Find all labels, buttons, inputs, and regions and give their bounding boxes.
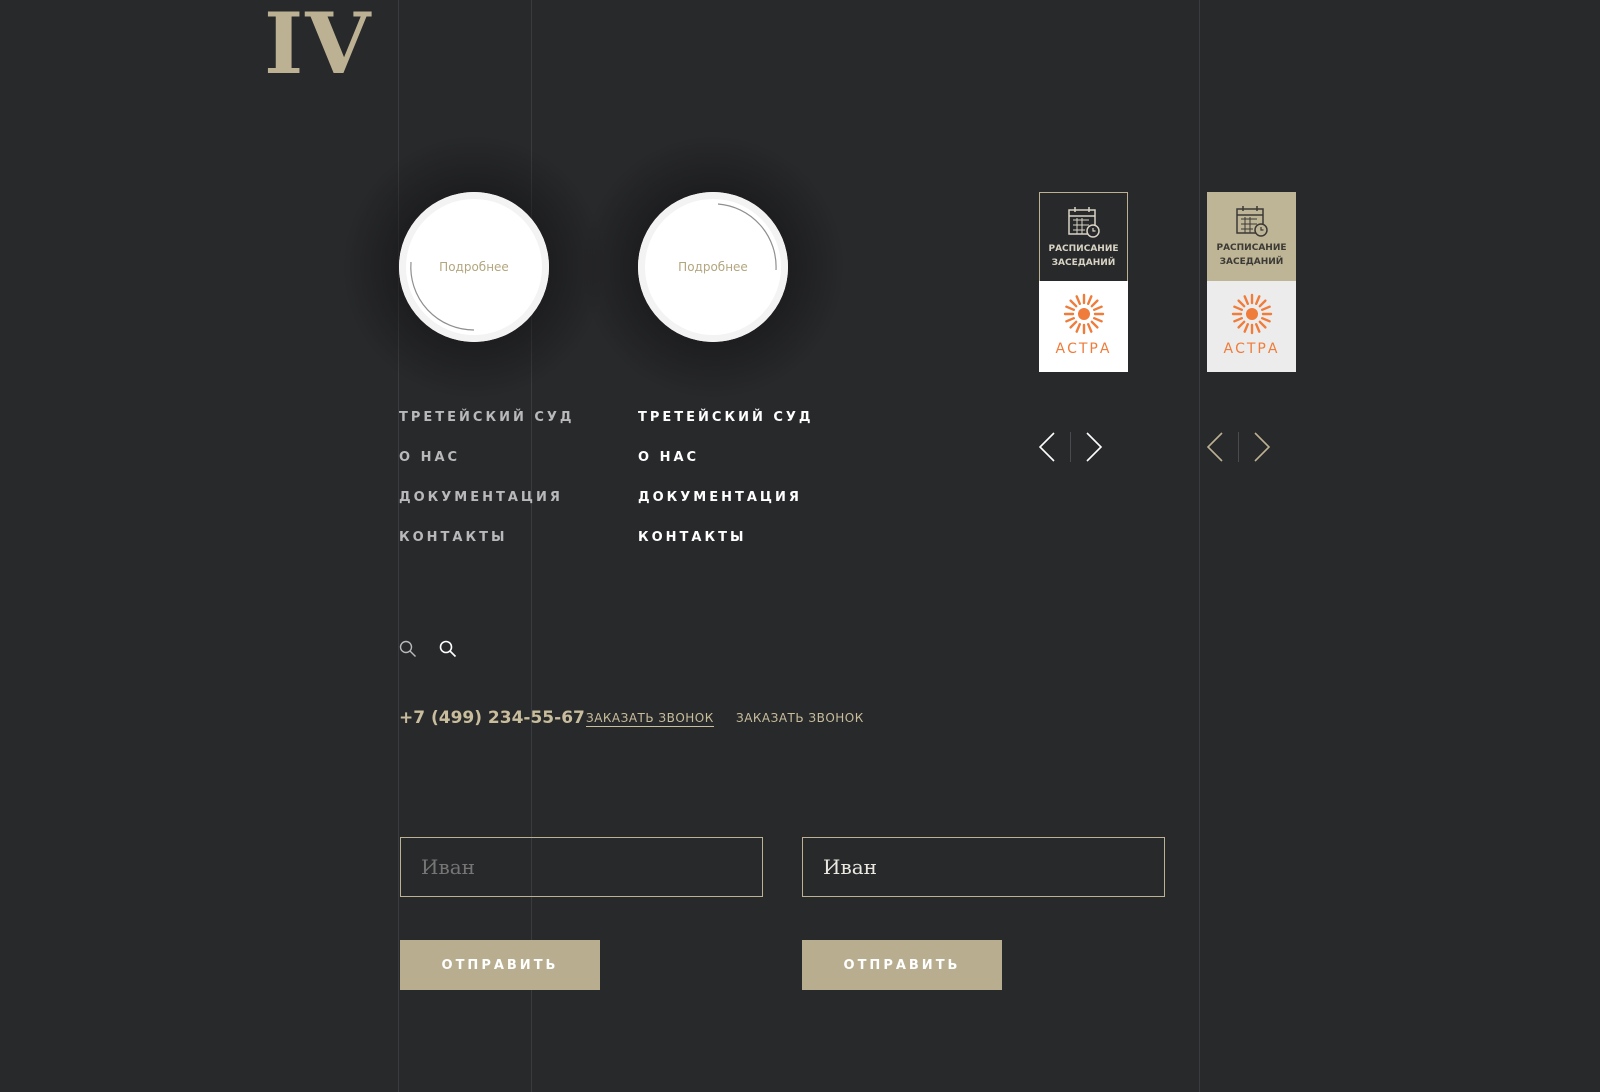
nav-item-arbitration[interactable]: ТРЕТЕЙСКИЙ СУД [638,410,814,450]
nav-menu-hover: ТРЕТЕЙСКИЙ СУД О НАС ДОКУМЕНТАЦИЯ КОНТАК… [638,410,814,570]
arrow-left-icon[interactable] [1206,432,1224,462]
nav-item-arbitration[interactable]: ТРЕТЕЙСКИЙ СУД [399,410,575,450]
schedule-label: РАСПИСАНИЕ ЗАСЕДАНИЙ [1216,241,1286,269]
slider-controls [1038,431,1103,463]
slider-controls [1206,431,1271,463]
search-icon[interactable] [439,640,457,658]
schedule-widget[interactable]: РАСПИСАНИЕ ЗАСЕДАНИЙ АСТРА [1207,192,1296,372]
nav-item-contacts[interactable]: КОНТАКТЫ [399,530,575,570]
circle-label: Подробнее [678,260,748,274]
guide-line [1199,0,1200,1092]
arrow-right-icon[interactable] [1253,432,1271,462]
sun-logo-icon [1231,293,1272,335]
more-circle-button[interactable]: Подробнее [344,137,604,397]
arrow-separator [1070,432,1071,462]
astra-block[interactable]: АСТРА [1039,281,1128,372]
submit-button[interactable]: ОТПРАВИТЬ [400,940,600,990]
schedule-label-line1: РАСПИСАНИЕ [1216,243,1287,253]
circle-face: Подробнее [399,192,549,342]
phone-number[interactable]: +7 (499) 234-55-67 [399,708,585,728]
calendar-clock-icon [1235,206,1268,237]
schedule-block[interactable]: РАСПИСАНИЕ ЗАСЕДАНИЙ [1207,192,1296,281]
arrow-right-icon[interactable] [1085,432,1103,462]
schedule-label: РАСПИСАНИЕ ЗАСЕДАНИЙ [1048,242,1118,270]
schedule-label-line2: ЗАСЕДАНИЙ [1051,258,1116,268]
circle-label: Подробнее [439,260,509,274]
nav-item-documents[interactable]: ДОКУМЕНТАЦИЯ [638,490,814,530]
astra-brand: АСТРА [1055,341,1112,357]
sun-logo-icon [1063,293,1104,335]
name-field[interactable] [400,837,763,897]
more-circle-button[interactable]: Подробнее [583,137,843,397]
name-field[interactable] [802,837,1165,897]
callback-link[interactable]: ЗАКАЗАТЬ ЗВОНОК [736,711,864,725]
schedule-widget[interactable]: РАСПИСАНИЕ ЗАСЕДАНИЙ АСТРА [1039,192,1128,372]
callback-link[interactable]: ЗАКАЗАТЬ ЗВОНОК [586,711,714,727]
arrow-separator [1238,432,1239,462]
nav-item-contacts[interactable]: КОНТАКТЫ [638,530,814,570]
calendar-clock-icon [1067,207,1100,238]
nav-item-documents[interactable]: ДОКУМЕНТАЦИЯ [399,490,575,530]
nav-menu-default: ТРЕТЕЙСКИЙ СУД О НАС ДОКУМЕНТАЦИЯ КОНТАК… [399,410,575,570]
search-icon[interactable] [399,640,417,658]
nav-item-about[interactable]: О НАС [399,450,575,490]
astra-block[interactable]: АСТРА [1207,281,1296,372]
schedule-block[interactable]: РАСПИСАНИЕ ЗАСЕДАНИЙ [1039,192,1128,281]
site-logo[interactable]: IV [264,2,372,86]
schedule-label-line2: ЗАСЕДАНИЙ [1219,257,1284,267]
astra-brand: АСТРА [1223,341,1280,357]
submit-button[interactable]: ОТПРАВИТЬ [802,940,1002,990]
arrow-left-icon[interactable] [1038,432,1056,462]
circle-face: Подробнее [638,192,788,342]
schedule-label-line1: РАСПИСАНИЕ [1048,244,1119,254]
nav-item-about[interactable]: О НАС [638,450,814,490]
